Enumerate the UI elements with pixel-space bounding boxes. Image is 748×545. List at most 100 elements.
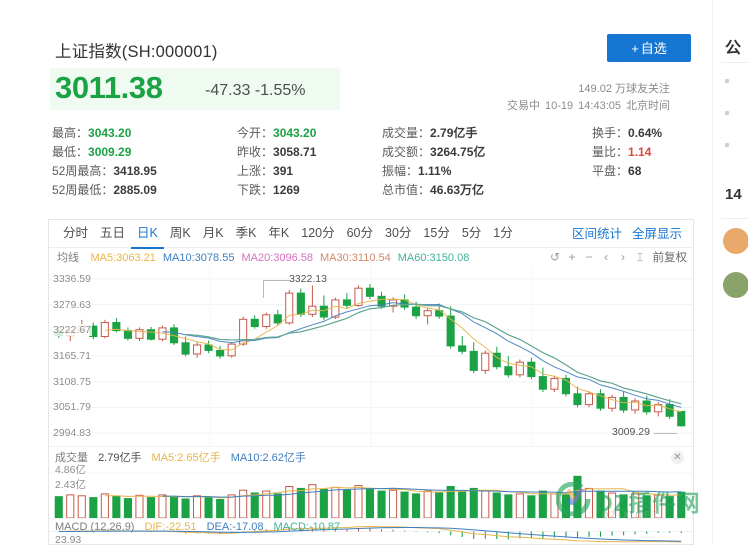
stat-value: 68 — [628, 164, 642, 178]
stat-row: 最低：3009.29 — [52, 143, 232, 162]
stat-row: 上涨：391 — [237, 162, 382, 181]
stat-row: 成交量：2.79亿手 — [382, 124, 557, 143]
divider — [721, 218, 748, 219]
volume-panel-header: 成交量 2.79亿手 MA5:2.65亿手 MA10:2.62亿手 — [55, 449, 306, 465]
zoom-out-icon[interactable]: − — [581, 248, 598, 266]
stat-value: 46.63万亿 — [430, 183, 485, 197]
chart-tab-5[interactable]: 季K — [230, 220, 263, 247]
chart-action-1[interactable]: 全屏显示 — [627, 221, 687, 248]
chart-tab-8[interactable]: 60分 — [341, 220, 379, 247]
close-icon[interactable]: ✕ — [671, 451, 684, 464]
current-price: 3011.38 — [55, 70, 163, 105]
price-axis-label-6: 2994.83 — [52, 427, 92, 439]
stat-label: 上涨： — [237, 164, 274, 178]
macd-label: MACD (12,26,9) — [55, 521, 135, 533]
chart-tab-4[interactable]: 月K — [197, 220, 230, 247]
undo-icon[interactable]: ↺ — [547, 248, 564, 266]
price-axis-label-2: 3222.67 — [52, 324, 92, 336]
stat-row: 下跌：1269 — [237, 181, 382, 200]
add-to-watchlist-button[interactable]: + 自选 — [607, 34, 691, 62]
stat-row: 52周最低：2885.09 — [52, 181, 232, 200]
quote-time: 14:43:05 — [578, 100, 621, 112]
sidebar-count: 14 — [725, 186, 742, 203]
follower-count: 149.02 万球友关注 — [578, 83, 670, 95]
chart-tab-12[interactable]: 1分 — [487, 220, 518, 247]
stat-label: 换手： — [592, 126, 629, 140]
chart-tab-11[interactable]: 5分 — [456, 220, 487, 247]
stat-label: 下跌： — [237, 183, 274, 197]
volume-axis-max: 4.86亿 — [55, 464, 86, 476]
measure-icon[interactable]: ⌶ — [632, 248, 649, 266]
market-status: 交易中 — [507, 100, 541, 112]
stat-value: 1269 — [273, 183, 300, 197]
chevron-left-icon[interactable]: ‹ — [598, 248, 615, 266]
chart-tab-1[interactable]: 五日 — [94, 220, 131, 247]
high-leader-vertical — [263, 280, 264, 298]
quote-date: 10-19 — [545, 100, 574, 112]
chart-tab-2[interactable]: 日K — [131, 220, 164, 249]
ma-legend-item-1: MA10:3078.55 — [162, 252, 235, 264]
stat-label: 成交量： — [382, 126, 431, 140]
moving-average-legend: 均线 MA5:3063.21 MA10:3078.55 MA20:3096.58 MA… — [49, 248, 693, 266]
period-high-annotation: 3322.13 — [289, 273, 327, 285]
stat-row: 振幅：1.11% — [382, 162, 557, 181]
stats-column-3: 成交量：2.79亿手 成交额：3264.75亿 振幅：1.11% 总市值：46.… — [382, 124, 557, 200]
avatar[interactable] — [723, 228, 748, 254]
macd-value: MACD:-10.87 — [273, 521, 341, 533]
zoom-in-icon[interactable]: + — [564, 248, 581, 266]
candlestick-svg — [49, 266, 693, 446]
volume-ma5: MA5:2.65亿手 — [151, 452, 221, 464]
chart-action-0[interactable]: 区间统计 — [567, 221, 627, 248]
stat-value: 3009.29 — [88, 145, 132, 159]
chart-tab-7[interactable]: 120分 — [295, 220, 340, 247]
high-leader-horizontal — [263, 280, 289, 281]
chevron-right-icon[interactable]: › — [615, 248, 632, 266]
stat-row: 最高：3043.20 — [52, 124, 232, 143]
chart-tab-10[interactable]: 15分 — [417, 220, 455, 247]
ma-legend-item-4: MA60:3150.08 — [397, 252, 470, 264]
stat-label: 平盘： — [592, 164, 629, 178]
ma-legend-item-3: MA30:3110.54 — [320, 252, 391, 264]
chart-tab-actions: 区间统计 全屏显示 — [567, 220, 687, 248]
stat-label: 振幅： — [382, 164, 419, 178]
volume-axis-mid: 2.43亿 — [55, 479, 86, 491]
stat-value: 3058.71 — [273, 145, 317, 159]
macd-chart-panel[interactable]: MACD (12,26,9) DIF:-22.51 DEA:-17.08 MAC… — [49, 518, 693, 545]
ma-legend-item-0: MA5:3063.21 — [90, 252, 156, 264]
market-status-line: 交易中 10-19 14:43:05 北京时间 — [507, 97, 670, 113]
stat-value: 1.11% — [418, 164, 452, 178]
stats-column-1: 最高：3043.20 最低：3009.29 52周最高：3418.95 52周最… — [52, 124, 232, 200]
ma-legend-title: 均线 — [57, 252, 79, 264]
chart-tab-0[interactable]: 分时 — [57, 220, 94, 247]
volume-chart-panel[interactable]: 成交量 2.79亿手 MA5:2.65亿手 MA10:2.62亿手 4.86亿 … — [49, 446, 693, 519]
list-bullet — [725, 79, 729, 83]
sidebar-heading: 公 — [725, 40, 742, 57]
stat-value: 0.64% — [628, 126, 663, 140]
chart-tab-6[interactable]: 年K — [262, 220, 295, 247]
stat-label: 昨收： — [237, 145, 274, 159]
price-axis-label-3: 3165.71 — [52, 350, 92, 362]
price-chart-panel[interactable]: 3336.59 3279.63 3222.67 3165.71 3108.75 3051.… — [49, 266, 693, 446]
stat-value: 2.79亿手 — [430, 126, 478, 140]
last-leader — [654, 433, 677, 434]
stat-value: 3043.20 — [273, 126, 317, 140]
price-axis-label-0: 3336.59 — [52, 273, 92, 285]
ma-legend-item-2: MA20:3096.58 — [241, 252, 314, 264]
add-to-watchlist-label: 自选 — [640, 41, 667, 56]
list-bullet — [725, 143, 729, 147]
stat-row: 总市值：46.63万亿 — [382, 181, 557, 200]
stat-label: 最低： — [52, 145, 89, 159]
avatar[interactable] — [723, 272, 748, 298]
stat-label: 今开： — [237, 126, 274, 140]
stat-value: 3418.95 — [113, 164, 157, 178]
chart-tab-9[interactable]: 30分 — [379, 220, 417, 247]
stat-label: 成交额： — [382, 145, 431, 159]
chart-toolbar: ↺ + − ‹ › ⌶ 前复权 — [547, 248, 688, 267]
volume-value: 2.79亿手 — [98, 452, 142, 464]
stat-row: 成交额：3264.75亿 — [382, 143, 557, 162]
adjustment-mode-button[interactable]: 前复权 — [653, 249, 688, 267]
main-content: 上证指数(SH:000001) 3011.38 -47.33 -1.55% + 自… — [0, 0, 712, 545]
macd-dif: DIF:-22.51 — [144, 521, 197, 533]
chart-tab-3[interactable]: 周K — [164, 220, 197, 247]
macd-panel-header: MACD (12,26,9) DIF:-22.51 DEA:-17.08 MAC… — [55, 521, 340, 533]
